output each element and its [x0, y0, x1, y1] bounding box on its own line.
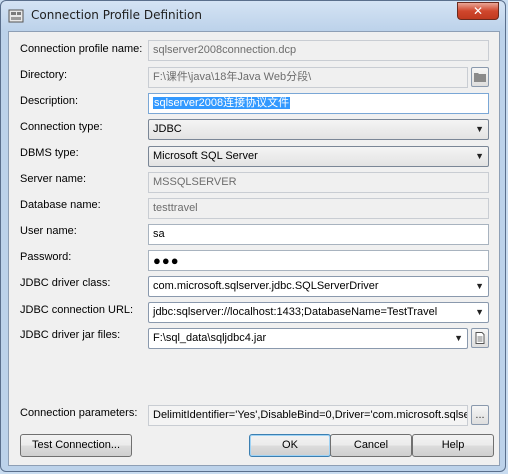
- driver-jar-value: F:\sql_data\sqljdbc4.jar: [153, 332, 267, 344]
- connection-type-value: JDBC: [153, 123, 182, 135]
- connection-url-select[interactable]: jdbc:sqlserver://localhost:1433;Database…: [148, 302, 489, 323]
- chevron-down-icon: ▼: [475, 124, 484, 134]
- database-icon: [8, 9, 24, 23]
- dbms-type-value: Microsoft SQL Server: [153, 150, 258, 162]
- dbms-type-label: DBMS type:: [20, 147, 79, 159]
- database-name-label: Database name:: [20, 199, 101, 211]
- user-name-label: User name:: [20, 225, 77, 237]
- driver-jar-label: JDBC driver jar files:: [20, 329, 121, 341]
- ellipsis-label: ...: [475, 409, 485, 421]
- edit-params-button[interactable]: ...: [471, 405, 489, 425]
- cancel-button[interactable]: Cancel: [330, 434, 412, 457]
- dialog-body: Connection profile name: sqlserver2008co…: [8, 31, 500, 466]
- connection-url-label: JDBC connection URL:: [20, 304, 134, 316]
- profile-name-label: Connection profile name:: [20, 43, 143, 55]
- driver-class-label: JDBC driver class:: [20, 277, 111, 289]
- directory-field: F:\课件\java\18年Java Web分段\: [148, 67, 468, 88]
- window-title: Connection Profile Definition: [31, 8, 202, 22]
- close-button[interactable]: ✕: [457, 2, 499, 20]
- server-name-label: Server name:: [20, 173, 87, 185]
- profile-name-field: sqlserver2008connection.dcp: [148, 40, 489, 61]
- title-bar[interactable]: Connection Profile Definition ✕: [1, 1, 505, 31]
- document-icon: [475, 332, 485, 344]
- connection-type-label: Connection type:: [20, 121, 103, 133]
- database-name-field: testtravel: [148, 198, 489, 219]
- test-connection-button[interactable]: Test Connection...: [20, 434, 132, 457]
- description-field[interactable]: sqlserver2008连接协议文件: [148, 93, 489, 114]
- password-label: Password:: [20, 251, 72, 263]
- folder-icon: [474, 73, 486, 82]
- chevron-down-icon: ▼: [475, 151, 484, 161]
- close-icon: ✕: [472, 4, 484, 18]
- chevron-down-icon: ▼: [454, 333, 463, 343]
- connection-params-field: DelimitIdentifier='Yes',DisableBind=0,Dr…: [148, 405, 468, 426]
- help-button[interactable]: Help: [412, 434, 494, 457]
- browse-folder-button[interactable]: [471, 67, 489, 87]
- server-name-field: MSSQLSERVER: [148, 172, 489, 193]
- chevron-down-icon: ▼: [475, 281, 484, 291]
- description-label: Description:: [20, 95, 79, 107]
- connection-type-select[interactable]: JDBC ▼: [148, 119, 489, 140]
- browse-jar-button[interactable]: [471, 328, 489, 348]
- dbms-type-select[interactable]: Microsoft SQL Server ▼: [148, 146, 489, 167]
- description-value: sqlserver2008连接协议文件: [153, 97, 291, 109]
- ok-button[interactable]: OK: [249, 434, 331, 457]
- connection-params-label: Connection parameters:: [20, 407, 138, 419]
- connection-url-value: jdbc:sqlserver://localhost:1433;Database…: [153, 306, 438, 318]
- driver-class-value: com.microsoft.sqlserver.jdbc.SQLServerDr…: [153, 280, 379, 292]
- driver-jar-select[interactable]: F:\sql_data\sqljdbc4.jar ▼: [148, 328, 468, 349]
- dialog-window: Connection Profile Definition ✕ Connecti…: [0, 0, 506, 472]
- directory-label: Directory:: [20, 69, 68, 81]
- user-name-input[interactable]: sa: [148, 224, 489, 245]
- chevron-down-icon: ▼: [475, 307, 484, 317]
- password-input[interactable]: ●●●: [148, 250, 489, 271]
- driver-class-select[interactable]: com.microsoft.sqlserver.jdbc.SQLServerDr…: [148, 276, 489, 297]
